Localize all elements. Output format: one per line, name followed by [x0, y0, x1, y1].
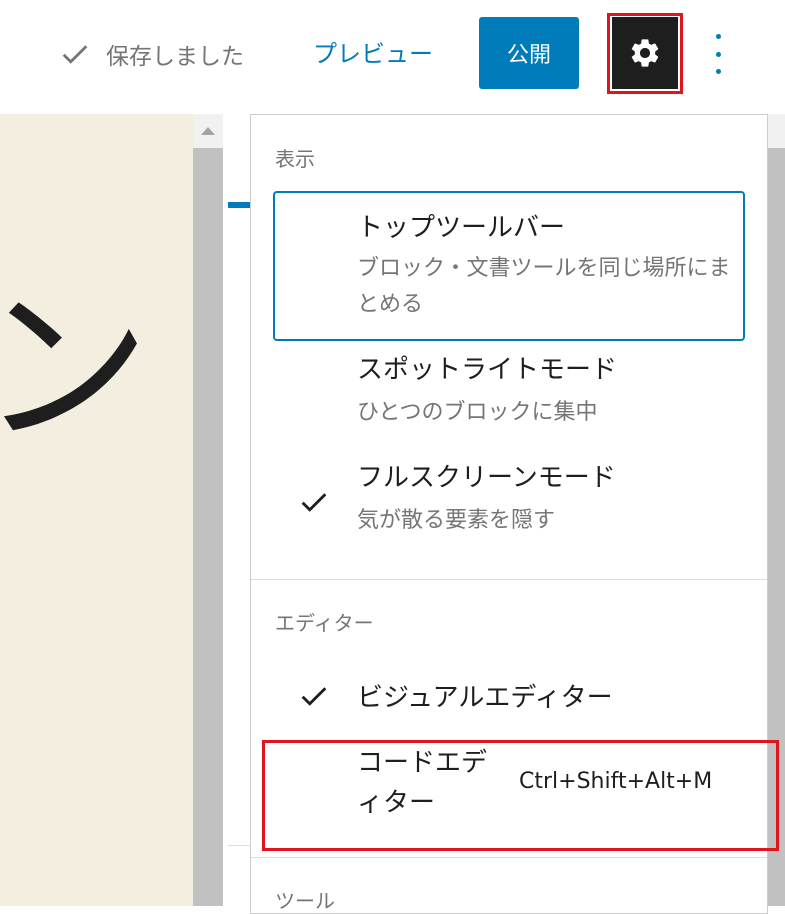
checkmark-icon	[301, 493, 327, 512]
menu-divider	[251, 857, 767, 858]
active-tab-indicator	[228, 202, 250, 208]
menu-item-fullscreen-mode[interactable]: フルスクリーンモード 気が散る要素を隠す	[273, 455, 745, 543]
menu-item-spotlight-mode[interactable]: スポットライトモード ひとつのブロックに集中	[273, 347, 745, 433]
checkmark-icon	[62, 45, 88, 64]
more-vertical-icon-dot	[715, 51, 721, 57]
editor-header: 保存しました プレビュー 公開	[0, 0, 785, 112]
menu-item-top-toolbar[interactable]: トップツールバー ブロック・文書ツールを同じ場所にまとめる	[273, 191, 745, 341]
code-editor-highlight-box	[262, 740, 779, 851]
sidebar-divider	[228, 845, 250, 846]
more-vertical-icon-dot	[715, 69, 721, 74]
top-toolbar-title: トップツールバー	[357, 213, 566, 243]
page-scroll-up-button[interactable]	[768, 114, 785, 148]
fullscreen-mode-title: フルスクリーンモード	[357, 463, 616, 493]
tools-section-label: ツール	[275, 889, 335, 913]
view-section-label: 表示	[275, 147, 315, 171]
menu-divider	[251, 579, 767, 580]
top-toolbar-description: ブロック・文書ツールを同じ場所にまとめる	[357, 256, 731, 317]
arrow-up-icon	[201, 127, 215, 135]
saved-status: 保存しました	[58, 34, 244, 74]
visual-editor-title: ビジュアルエディター	[357, 683, 613, 713]
fullscreen-mode-description: 気が散る要素を隠す	[357, 508, 556, 533]
checkmark-icon	[301, 687, 327, 706]
spotlight-mode-title: スポットライトモード	[357, 355, 618, 385]
canvas-scrollbar[interactable]	[193, 114, 223, 906]
preview-button[interactable]: プレビュー	[313, 34, 433, 74]
canvas-heading-text: ン	[0, 270, 151, 468]
options-menu-button[interactable]	[707, 34, 729, 74]
settings-button[interactable]	[612, 17, 678, 89]
more-vertical-icon	[715, 34, 721, 39]
menu-item-visual-editor[interactable]: ビジュアルエディター	[273, 671, 745, 721]
editor-section-label: エディター	[275, 611, 374, 635]
saved-status-label: 保存しました	[106, 44, 244, 70]
spotlight-mode-description: ひとつのブロックに集中	[357, 400, 598, 425]
editor-canvas[interactable]: ン	[0, 114, 193, 906]
sidebar-behind-menu	[223, 114, 253, 906]
gear-icon	[631, 39, 659, 67]
publish-button[interactable]: 公開	[479, 17, 579, 89]
scroll-up-button[interactable]	[193, 114, 223, 148]
